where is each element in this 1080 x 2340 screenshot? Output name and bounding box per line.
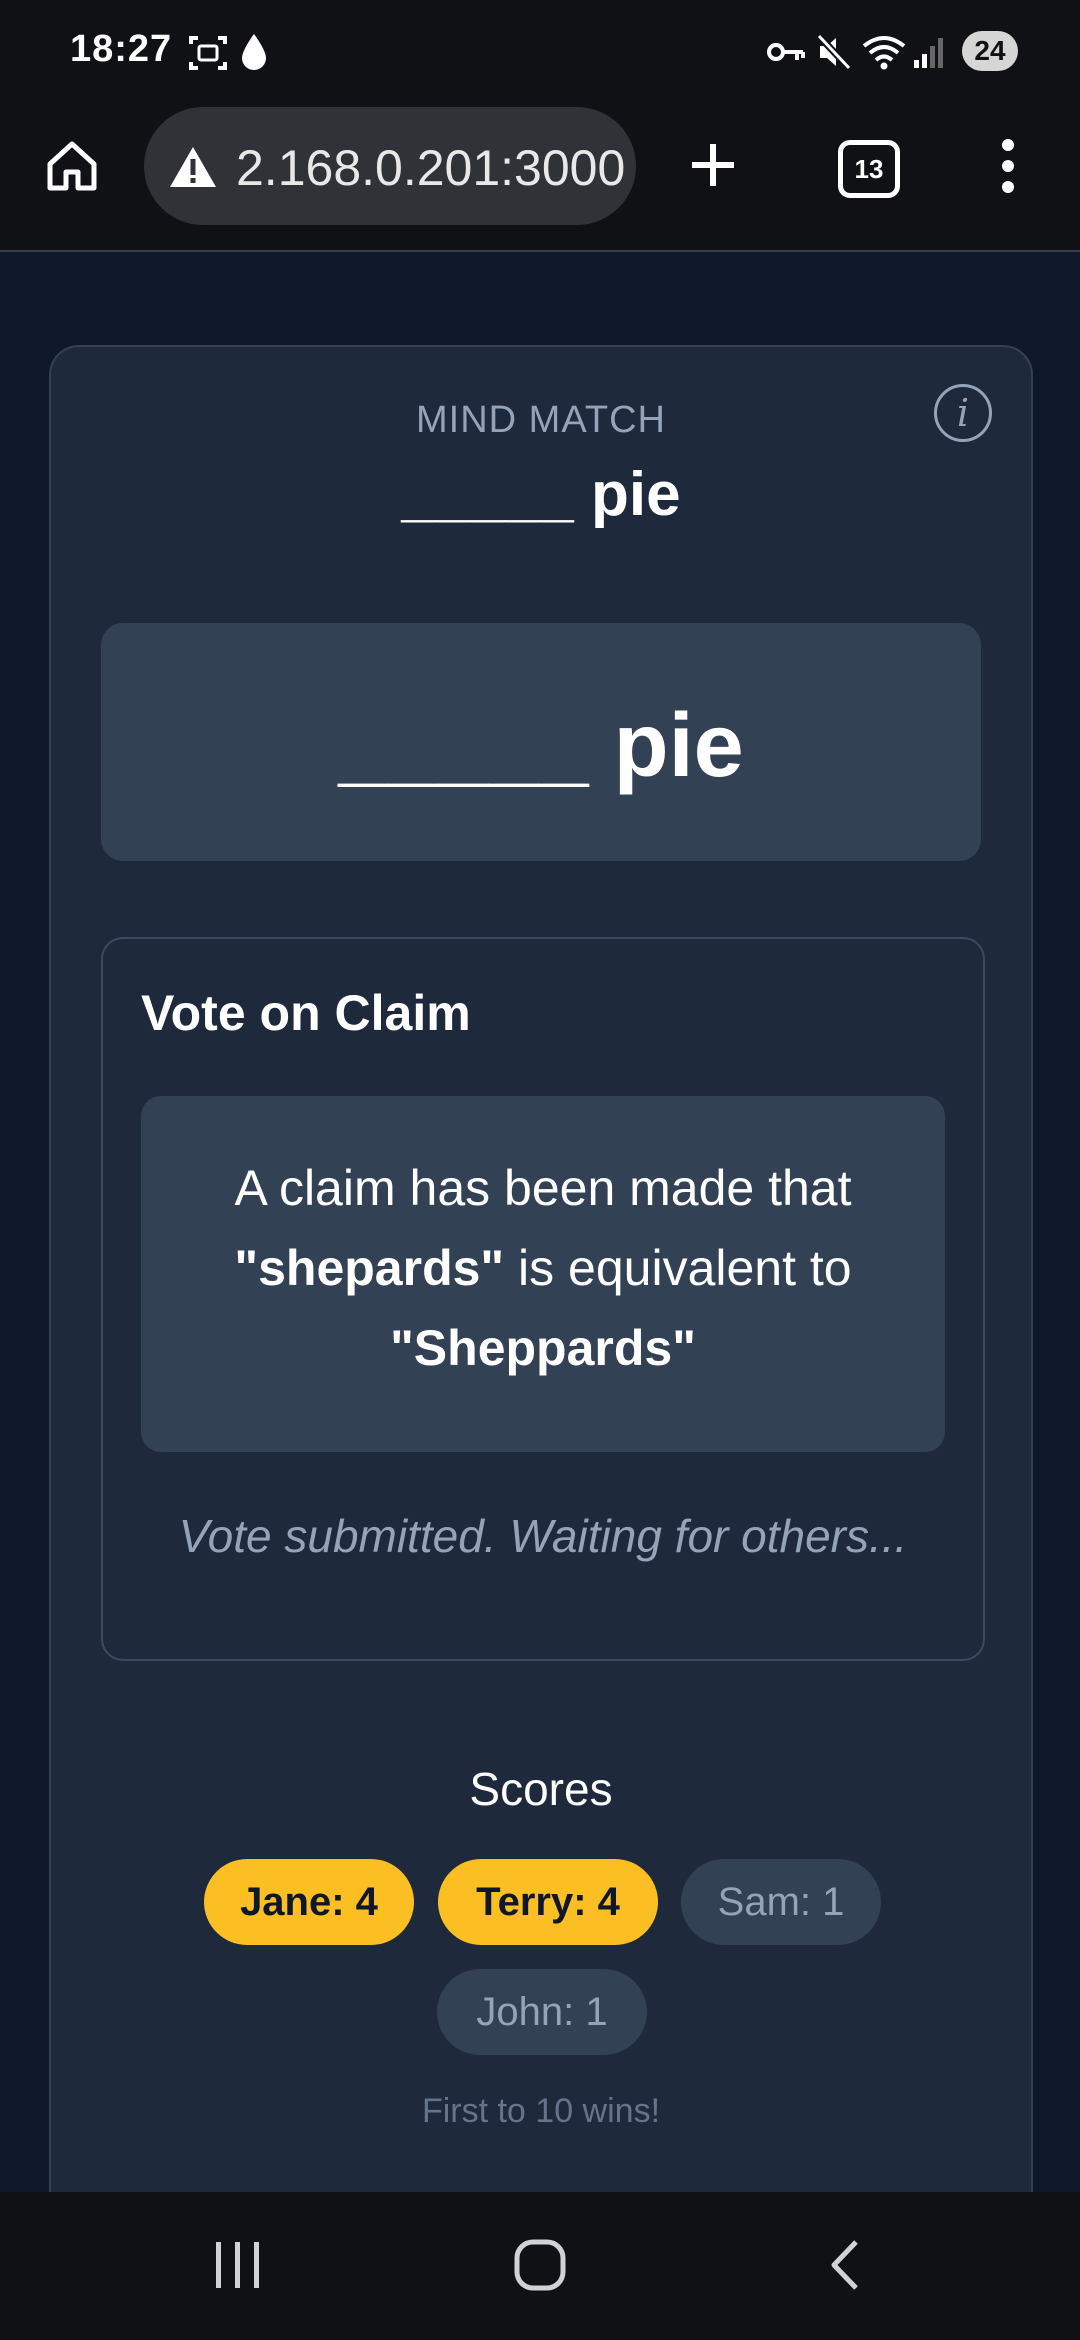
- mute-icon: [816, 33, 852, 71]
- prompt-display: _____ pie: [101, 623, 981, 861]
- score-chip-jane: Jane: 4: [204, 1859, 414, 1945]
- status-bar: 18:27 24: [0, 0, 1080, 100]
- claim-box: A claim has been made that "shepards" is…: [141, 1096, 945, 1452]
- scores-title: Scores: [469, 1763, 613, 1815]
- vote-title: Vote on Claim: [141, 985, 471, 1041]
- claim-middle: is equivalent to: [504, 1240, 852, 1296]
- prompt-large-blank: _____: [338, 696, 589, 796]
- signal-icon: [914, 38, 943, 68]
- battery-indicator: 24: [962, 31, 1018, 71]
- warning-icon[interactable]: [168, 145, 218, 189]
- water-drop-icon: [242, 34, 266, 70]
- game-card: i MIND MATCH _____ pie _____ pie Vote on…: [49, 345, 1033, 2192]
- url-text[interactable]: 2.168.0.201:3000: [236, 139, 625, 197]
- web-page: i MIND MATCH _____ pie _____ pie Vote on…: [0, 252, 1080, 2192]
- score-chip-terry: Terry: 4: [438, 1859, 658, 1945]
- vpn-key-icon: [767, 43, 805, 61]
- prompt-word: pie: [591, 460, 681, 529]
- status-time: 18:27: [70, 28, 173, 70]
- claim-prefix: A claim has been made that: [234, 1160, 852, 1216]
- address-bar[interactable]: 2.168.0.201:3000: [144, 107, 636, 225]
- claim-answer-b: "Sheppards": [390, 1320, 696, 1376]
- system-nav-bar: [0, 2192, 1080, 2340]
- menu-icon[interactable]: [996, 138, 1020, 194]
- browser-toolbar: 2.168.0.201:3000 13: [0, 100, 1080, 252]
- prompt-large-word: pie: [613, 696, 744, 796]
- prompt-large: _____ pie: [101, 695, 981, 798]
- win-rule: First to 10 wins!: [421, 2092, 661, 2130]
- wifi-icon: [862, 36, 906, 70]
- claim-text: A claim has been made that "shepards" is…: [181, 1148, 905, 1388]
- game-title: MIND MATCH: [416, 399, 666, 441]
- claim-answer-a: "shepards": [234, 1240, 505, 1296]
- back-icon[interactable]: [826, 2238, 862, 2292]
- score-chip-john: John: 1: [437, 1969, 647, 2055]
- screenshot-icon: [189, 36, 227, 70]
- vote-panel: Vote on Claim A claim has been made that…: [101, 937, 985, 1661]
- new-tab-icon[interactable]: [688, 140, 738, 190]
- recent-apps-icon[interactable]: [212, 2240, 264, 2290]
- score-chip-sam: Sam: 1: [681, 1859, 881, 1945]
- prompt-blank: _____: [401, 460, 574, 529]
- prompt-heading: _____ pie: [51, 459, 1031, 530]
- vote-status: Vote submitted. Waiting for others...: [178, 1510, 908, 1562]
- home-icon[interactable]: [44, 138, 100, 194]
- tabs-button[interactable]: 13: [838, 140, 900, 198]
- home-nav-icon[interactable]: [513, 2238, 567, 2292]
